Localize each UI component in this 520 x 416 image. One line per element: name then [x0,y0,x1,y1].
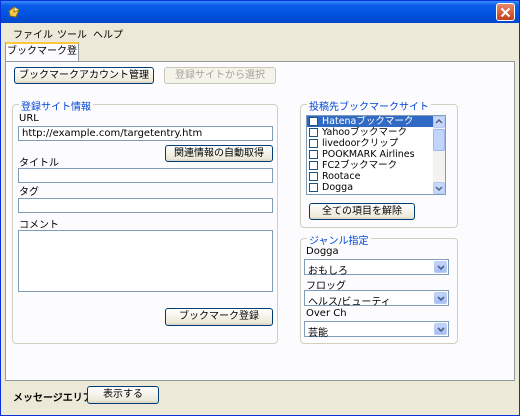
select-site-button[interactable]: 登録サイトから選択 [164,67,276,84]
chevron-down-icon [437,296,445,302]
target-site-item[interactable]: Rootace [307,171,445,182]
genre-select-frog[interactable]: ヘルス/ビューティ [304,290,449,308]
uncheck-all-button[interactable]: 全ての項目を解除 [309,203,415,220]
menu-file[interactable]: ファイル [13,26,53,41]
target-site-label: livedoorクリップ [322,138,399,149]
chevron-down-icon [437,327,445,333]
genre-label-overch: Over Ch [306,308,347,319]
register-bookmark-button[interactable]: ブックマーク登録 [165,308,273,326]
tab-bookmark-register[interactable]: ブックマーク登録 [5,42,79,73]
checkbox[interactable] [309,128,318,137]
auto-fetch-button[interactable]: 関連情報の自動取得 [165,145,273,162]
chevron-down-icon [435,186,443,192]
target-sites-list[interactable]: Hatenaブックマーク Yahooブックマーク livedoorクリップ POOKM… [306,115,446,195]
url-input[interactable]: http://example.com/targetentry.htm [18,126,273,141]
checkbox[interactable] [309,161,318,170]
target-sites-items: Hatenaブックマーク Yahooブックマーク livedoorクリップ POOKM… [307,116,445,193]
target-site-label: Hatenaブックマーク [322,116,414,127]
dropdown-arrow[interactable] [434,323,447,335]
genre-select-dogga[interactable]: おもしろ [304,259,449,277]
target-site-item[interactable]: Dogga [307,182,445,193]
checkbox[interactable] [309,183,318,192]
site-info-group-title: 登録サイト情報 [19,98,93,113]
title-label: タイトル [19,158,59,169]
app-icon [8,6,20,18]
menu-tools[interactable]: ツール [57,26,87,41]
chevron-down-icon [437,265,445,271]
comment-textarea[interactable] [18,230,273,292]
target-site-item[interactable]: Hatenaブックマーク [307,116,445,127]
genre-group-title: ジャンル指定 [307,232,371,247]
target-site-label: Rootace [322,171,361,182]
target-site-label: Dogga [322,182,354,193]
genre-select-overch-value: 芸能 [308,328,328,339]
target-site-item[interactable]: POOKMARK Airlines [307,149,445,160]
close-button[interactable] [496,3,515,21]
dropdown-arrow[interactable] [434,261,447,273]
scroll-thumb[interactable] [433,129,445,151]
target-site-item[interactable]: livedoorクリップ [307,138,445,149]
genre-label-dogga: Dogga [306,246,339,257]
menu-help[interactable]: ヘルプ [93,26,123,41]
target-site-label: Yahooブックマーク [322,127,407,138]
target-sites-group-title: 投稿先ブックマークサイト [307,98,431,113]
chevron-up-icon [435,118,443,124]
close-icon [500,7,511,18]
show-button[interactable]: 表示する [87,386,159,404]
url-label: URL [19,113,39,124]
checkbox[interactable] [309,150,318,159]
genre-select-overch[interactable]: 芸能 [304,321,449,339]
checkbox[interactable] [309,139,318,148]
main-window: ファイル ツール ヘルプ ブックマーク登録 ブックマークアカウント管理 登録サイ… [0,0,520,416]
target-site-item[interactable]: Yahooブックマーク [307,127,445,138]
checkbox[interactable] [309,172,318,181]
status-bar: メッセージエリア 表示する [1,383,519,415]
title-bar[interactable] [1,1,519,23]
menu-bar: ファイル ツール ヘルプ [1,23,519,41]
list-scrollbar[interactable] [433,116,445,194]
comment-label: コメント [19,220,59,231]
tab-panel: ブックマークアカウント管理 登録サイトから選択 登録サイト情報 URL http… [5,61,515,381]
genre-select-dogga-value: おもしろ [308,266,348,277]
scroll-up-button[interactable] [433,116,445,128]
genre-select-frog-value: ヘルス/ビューティ [308,297,391,308]
tab-strip: ブックマーク登録 [3,42,517,73]
message-area-label: メッセージエリア [13,393,93,404]
tag-label: タグ [19,187,39,198]
scroll-down-button[interactable] [433,182,445,194]
target-site-label: FC2ブックマーク [322,160,398,171]
account-manage-button[interactable]: ブックマークアカウント管理 [14,67,154,84]
checkbox[interactable] [309,117,318,126]
target-site-item[interactable]: FC2ブックマーク [307,160,445,171]
tag-input[interactable] [18,198,273,213]
target-site-label: POOKMARK Airlines [322,149,415,160]
dropdown-arrow[interactable] [434,292,447,304]
title-input[interactable] [18,168,273,183]
